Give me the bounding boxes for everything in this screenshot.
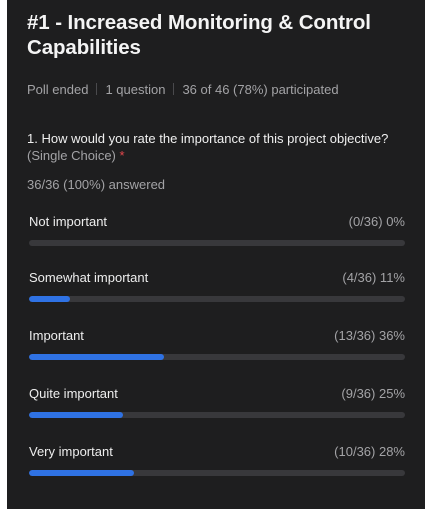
option-result: (13/36) 36% [334, 328, 405, 343]
question-text: 1. How would you rate the importance of … [27, 130, 407, 164]
option-quite-important: Quite important (9/36) 25% [29, 386, 405, 426]
result-bar-fill [29, 470, 135, 476]
poll-results-panel: #1 - Increased Monitoring & Control Capa… [7, 0, 425, 509]
option-very-important: Very important (10/36) 28% [29, 444, 405, 484]
answered-count: 36/36 (100%) answered [27, 177, 166, 192]
option-label: Very important [29, 444, 113, 459]
question-prompt: 1. How would you rate the importance of … [27, 131, 389, 146]
result-bar-track [29, 354, 405, 360]
poll-title: #1 - Increased Monitoring & Control Capa… [27, 11, 371, 59]
option-result: (0/36) 0% [348, 214, 405, 229]
option-important: Important (13/36) 36% [29, 328, 405, 368]
result-bar-fill [29, 354, 165, 360]
meta-divider [173, 83, 175, 95]
option-label: Somewhat important [29, 270, 149, 285]
participation-count: 36 of 46 (78%) participated [182, 82, 339, 97]
option-not-important: Not important (0/36) 0% [29, 214, 405, 254]
result-bar-track [29, 240, 405, 246]
result-bar-track [29, 296, 405, 302]
poll-meta: Poll ended 1 question 36 of 46 (78%) parti… [27, 82, 339, 97]
option-result: (4/36) 11% [342, 270, 405, 285]
option-label: Important [29, 328, 84, 343]
question-count: 1 question [105, 82, 166, 97]
poll-status: Poll ended [27, 82, 89, 97]
option-label: Quite important [29, 386, 118, 401]
required-marker: * [119, 148, 125, 163]
option-label: Not important [29, 214, 108, 229]
result-bar-fill [29, 412, 123, 418]
option-result: (10/36) 28% [334, 444, 405, 459]
option-result: (9/36) 25% [341, 386, 405, 401]
question-type: (Single Choice) [27, 148, 116, 163]
meta-divider [96, 83, 98, 95]
result-bar-track [29, 470, 405, 476]
option-somewhat-important: Somewhat important (4/36) 11% [29, 270, 405, 310]
result-bar-track [29, 412, 405, 418]
result-bar-fill [29, 296, 71, 302]
